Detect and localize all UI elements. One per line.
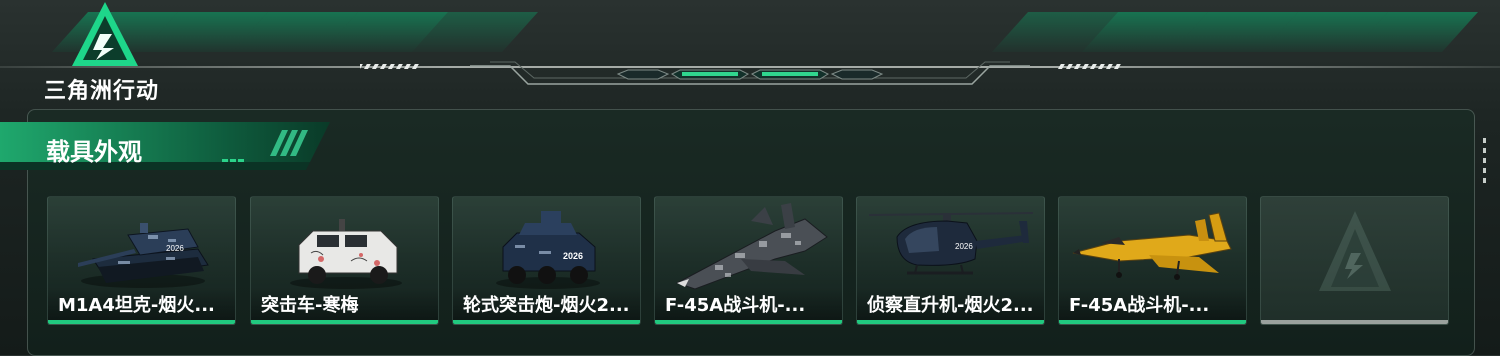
vehicle-card[interactable]: 突击车-寒梅: [250, 196, 439, 325]
header-ticks-right: [1057, 64, 1121, 69]
card-underline: [1261, 320, 1448, 324]
card-underline: [48, 320, 235, 324]
fighter-jet-yellow-icon: [1072, 212, 1232, 280]
scroll-indicator[interactable]: [1483, 138, 1487, 188]
fighter-jet-icon: [675, 203, 828, 290]
header-center-ornament: [470, 61, 1030, 85]
svg-text:2026: 2026: [955, 242, 973, 251]
svg-text:2026: 2026: [563, 251, 583, 261]
vehicle-name: F-45A战斗机-...: [665, 295, 806, 316]
game-title: 三角洲行动: [44, 79, 160, 104]
wheeled-assault-gun-icon: 2026: [496, 211, 600, 289]
card-underline: [251, 320, 438, 324]
vehicle-card[interactable]: F-45A战斗机-...: [654, 196, 843, 325]
vehicle-name: 突击车-寒梅: [261, 295, 359, 316]
helicopter-icon: 2026: [868, 212, 1034, 275]
assault-vehicle-icon: [290, 219, 402, 289]
card-underline: [453, 320, 640, 324]
empty-vehicle-slot: [1260, 196, 1449, 325]
vehicle-name: 轮式突击炮-烟火2...: [463, 295, 630, 316]
card-underline: [655, 320, 842, 324]
vehicle-name: F-45A战斗机-...: [1069, 295, 1210, 316]
game-logo: 三角洲行动: [44, 0, 184, 104]
delta-logo-icon: [72, 2, 138, 66]
svg-text:2026: 2026: [166, 244, 184, 253]
tank-icon: 2026: [78, 223, 209, 288]
section-title: 载具外观: [46, 138, 142, 166]
header-ticks-left: [360, 64, 419, 69]
placeholder-logo-icon: [1319, 211, 1391, 291]
vehicle-card[interactable]: 2026 侦察直升机-烟火2...: [856, 196, 1045, 325]
card-underline: [1059, 320, 1246, 324]
vehicle-card[interactable]: F-45A战斗机-...: [1058, 196, 1247, 325]
vehicle-card[interactable]: 2026 轮式突击炮-烟火2...: [452, 196, 641, 325]
vehicle-name: M1A4坦克-烟火...: [58, 295, 215, 316]
header: 三角洲行动: [0, 0, 1500, 104]
vehicle-name: 侦察直升机-烟火2...: [867, 295, 1034, 316]
card-underline: [857, 320, 1044, 324]
vehicle-card[interactable]: 2026 M1A4坦克-烟火...: [47, 196, 236, 325]
